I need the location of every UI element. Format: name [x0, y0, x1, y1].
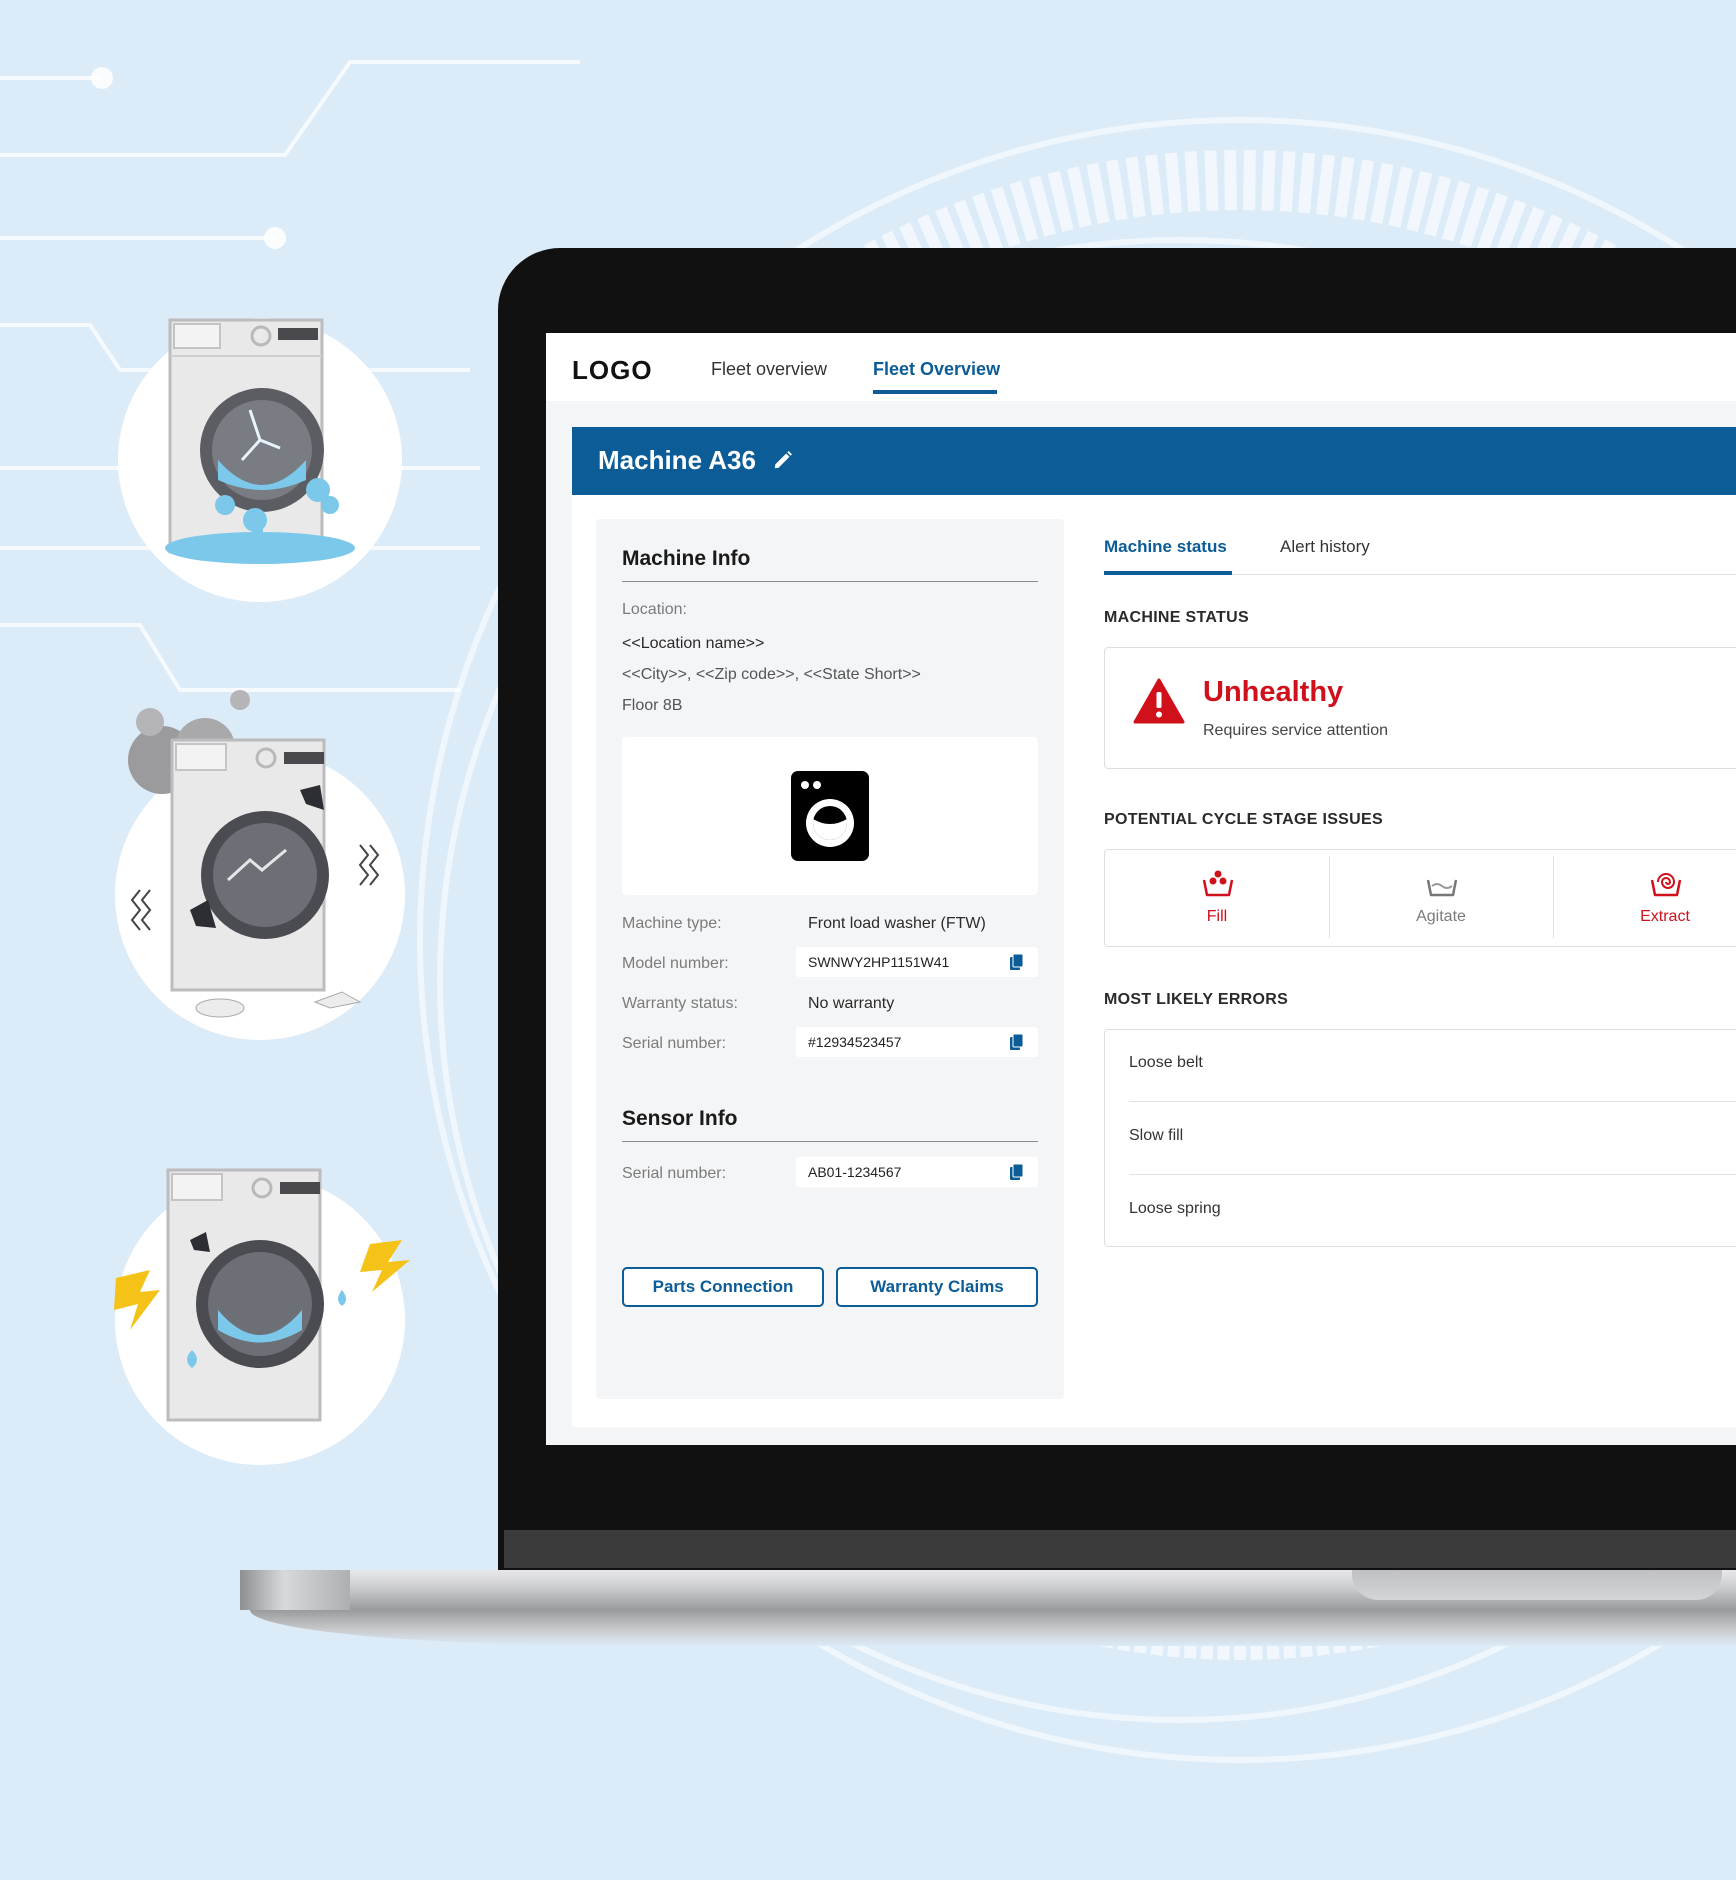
errors-card: Loose belt Slow fill Loose spring [1104, 1029, 1736, 1247]
error-item: Slow fill [1129, 1127, 1184, 1144]
divider [1129, 1101, 1736, 1102]
divider [622, 581, 1038, 582]
status-panel: Machine status Alert history MACHINE STA… [1104, 495, 1736, 1425]
laptop-base-edge [240, 1570, 350, 1610]
tab-machine-status[interactable]: Machine status [1104, 537, 1227, 557]
machine-info-card: Machine Info Location: <<Location name>>… [596, 519, 1064, 1399]
logo: LOGO [572, 355, 653, 385]
location-name: <<Location name>> [622, 635, 765, 652]
machine-type-value: Front load washer (FTW) [808, 915, 986, 932]
copy-icon[interactable] [1010, 1164, 1024, 1180]
machine-title: Machine A36 [598, 445, 756, 475]
nav-fleet-overview[interactable]: Fleet overview [711, 359, 827, 380]
warranty-status-value: No warranty [808, 995, 895, 1012]
serial-number-value: #12934523457 [808, 1034, 902, 1050]
laptop-bezel [504, 1530, 1736, 1568]
stage-extract: Extract [1553, 850, 1736, 946]
parts-connection-button[interactable]: Parts Connection [622, 1267, 824, 1307]
location-city: <<City>>, <<Zip code>>, <<State Short>> [622, 666, 921, 683]
smoking-washer-illustration [110, 690, 410, 1040]
edit-pencil-icon[interactable] [772, 449, 794, 471]
tab-active-indicator [1104, 571, 1232, 575]
tab-alert-history[interactable]: Alert history [1280, 537, 1370, 557]
divider [1129, 1174, 1736, 1175]
status-subtext: Requires service attention [1203, 722, 1388, 739]
cycle-issues-heading: POTENTIAL CYCLE STAGE ISSUES [1104, 811, 1383, 828]
model-number-label: Model number: [622, 955, 729, 972]
nav-fleet-overview-active[interactable]: Fleet Overview [873, 359, 1000, 380]
copy-icon[interactable] [1010, 1034, 1024, 1050]
copy-icon[interactable] [1010, 954, 1024, 970]
stage-fill: Fill [1105, 850, 1329, 946]
errors-heading: MOST LIKELY ERRORS [1104, 991, 1289, 1008]
content-area: Machine Info Location: <<Location name>>… [572, 495, 1736, 1427]
error-item: Loose belt [1129, 1054, 1203, 1071]
warranty-status-label: Warranty status: [622, 995, 738, 1012]
model-number-field: SWNWY2HP1151W41 [796, 947, 1038, 977]
serial-number-label: Serial number: [622, 1035, 727, 1052]
app-screen: LOGO Fleet overview Fleet Overview Machi… [546, 333, 1736, 1445]
leaking-washer-illustration [110, 310, 410, 610]
machine-info-heading: Machine Info [622, 547, 751, 570]
stage-fill-label: Fill [1206, 908, 1228, 925]
model-number-value: SWNWY2HP1151W41 [808, 954, 950, 970]
warranty-claims-button[interactable]: Warranty Claims [836, 1267, 1038, 1307]
warning-icon [1133, 678, 1185, 724]
status-value: Unhealthy [1203, 676, 1344, 708]
agitate-icon [1426, 879, 1458, 897]
sensor-info-heading: Sensor Info [622, 1107, 738, 1130]
washing-machine-icon [791, 771, 869, 861]
nav-active-indicator [873, 390, 997, 394]
sensor-serial-field: AB01-1234567 [796, 1157, 1038, 1187]
electrical-fault-washer-illustration [110, 1160, 410, 1465]
machine-title-bar: Machine A36 [572, 427, 1736, 495]
laptop-base-shadow [250, 1610, 1736, 1646]
sensor-serial-value: AB01-1234567 [808, 1164, 902, 1180]
divider [622, 1141, 1038, 1142]
cycle-stage-card: Fill Agitate Extract [1104, 849, 1736, 947]
location-label: Location: [622, 601, 687, 618]
sensor-serial-label: Serial number: [622, 1165, 727, 1182]
machine-image-box [622, 737, 1038, 895]
laptop-notch [1352, 1570, 1722, 1600]
stage-agitate: Agitate [1329, 850, 1553, 946]
serial-number-field: #12934523457 [796, 1027, 1038, 1057]
location-floor: Floor 8B [622, 697, 683, 714]
error-item: Loose spring [1129, 1200, 1221, 1217]
machine-type-label: Machine type: [622, 915, 722, 932]
machine-status-card: Unhealthy Requires service attention [1104, 647, 1736, 769]
app-header: LOGO Fleet overview Fleet Overview [546, 333, 1736, 401]
stage-agitate-label: Agitate [1416, 908, 1466, 925]
extract-icon [1650, 873, 1682, 897]
fill-icon [1202, 870, 1234, 897]
stage-extract-label: Extract [1640, 908, 1690, 925]
machine-status-heading: MACHINE STATUS [1104, 609, 1249, 626]
